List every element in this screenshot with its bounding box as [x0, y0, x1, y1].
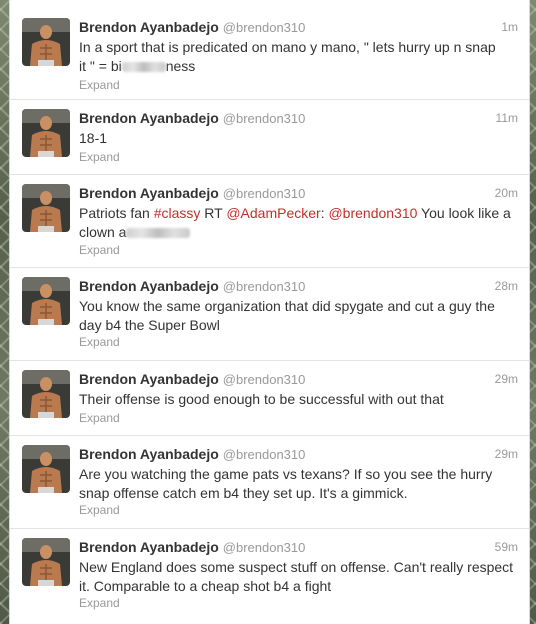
- tweet-timestamp[interactable]: 1m: [501, 20, 518, 34]
- tweet-item[interactable]: Brendon Ayanbadejo @brendon310 29m Their …: [10, 361, 529, 436]
- tweet-item[interactable]: Brendon Ayanbadejo @brendon310 11m 18-1 E…: [10, 100, 529, 175]
- author-handle[interactable]: @brendon310: [223, 372, 306, 387]
- author-handle[interactable]: @brendon310: [223, 111, 306, 126]
- author-name[interactable]: Brendon Ayanbadejo @brendon310: [79, 539, 305, 555]
- expand-link[interactable]: Expand: [79, 150, 120, 164]
- tweet-item[interactable]: Brendon Ayanbadejo @brendon310 1m In a sp…: [10, 9, 529, 100]
- tweet-text: Patriots fan #classy RT @AdamPecker: @br…: [79, 205, 511, 240]
- author-name[interactable]: Brendon Ayanbadejo @brendon310: [79, 19, 305, 35]
- avatar[interactable]: [22, 538, 70, 586]
- avatar[interactable]: [22, 184, 70, 232]
- tweet-text: Are you watching the game pats vs texans…: [79, 466, 493, 501]
- redacted-text: [121, 62, 166, 73]
- author-handle[interactable]: @brendon310: [223, 447, 306, 462]
- mention-link[interactable]: @brendon310: [328, 205, 417, 221]
- avatar[interactable]: [22, 277, 70, 325]
- tweet-timeline: Brendon Ayanbadejo @brendon310 1m In a sp…: [9, 0, 530, 624]
- mention-link[interactable]: @AdamPecker: [226, 205, 320, 221]
- tweet-text: New England does some suspect stuff on o…: [79, 559, 514, 594]
- author-handle[interactable]: @brendon310: [223, 20, 306, 35]
- expand-link[interactable]: Expand: [79, 503, 120, 517]
- tweet-timestamp[interactable]: 20m: [495, 186, 518, 200]
- tweet-timestamp[interactable]: 29m: [495, 372, 518, 386]
- tweet-text: You know the same organization that did …: [79, 298, 495, 333]
- author-name[interactable]: Brendon Ayanbadejo @brendon310: [79, 110, 305, 126]
- author-handle[interactable]: @brendon310: [223, 279, 306, 294]
- tweet-item[interactable]: Brendon Ayanbadejo @brendon310 28m You kn…: [10, 268, 529, 361]
- expand-link[interactable]: Expand: [79, 335, 120, 349]
- expand-link[interactable]: Expand: [79, 596, 120, 610]
- tweet-text: In a sport that is predicated on mano y …: [79, 39, 496, 74]
- author-name[interactable]: Brendon Ayanbadejo @brendon310: [79, 446, 305, 462]
- tweet-text: Their offense is good enough to be succe…: [79, 391, 444, 407]
- author-name[interactable]: Brendon Ayanbadejo @brendon310: [79, 371, 305, 387]
- avatar[interactable]: [22, 109, 70, 157]
- tweet-timestamp[interactable]: 28m: [495, 279, 518, 293]
- hashtag-link[interactable]: #classy: [154, 205, 201, 221]
- author-handle[interactable]: @brendon310: [223, 186, 306, 201]
- tweet-item[interactable]: Brendon Ayanbadejo @brendon310 59m New En…: [10, 529, 529, 624]
- tweet-item[interactable]: Brendon Ayanbadejo @brendon310 29m Are yo…: [10, 436, 529, 529]
- expand-link[interactable]: Expand: [79, 78, 120, 92]
- tweet-text: 18-1: [79, 130, 108, 146]
- author-handle[interactable]: @brendon310: [223, 540, 306, 555]
- tweet-timestamp[interactable]: 11m: [496, 111, 518, 125]
- expand-link[interactable]: Expand: [79, 243, 120, 257]
- tweet-timestamp[interactable]: 59m: [495, 540, 518, 554]
- avatar[interactable]: [22, 370, 70, 418]
- author-name[interactable]: Brendon Ayanbadejo @brendon310: [79, 278, 305, 294]
- avatar[interactable]: [22, 18, 70, 66]
- redacted-text: [126, 228, 191, 239]
- author-name[interactable]: Brendon Ayanbadejo @brendon310: [79, 185, 305, 201]
- expand-link[interactable]: Expand: [79, 411, 120, 425]
- tweet-item[interactable]: Brendon Ayanbadejo @brendon310 20m Patrio…: [10, 175, 529, 268]
- avatar[interactable]: [22, 445, 70, 493]
- tweet-timestamp[interactable]: 29m: [495, 447, 518, 461]
